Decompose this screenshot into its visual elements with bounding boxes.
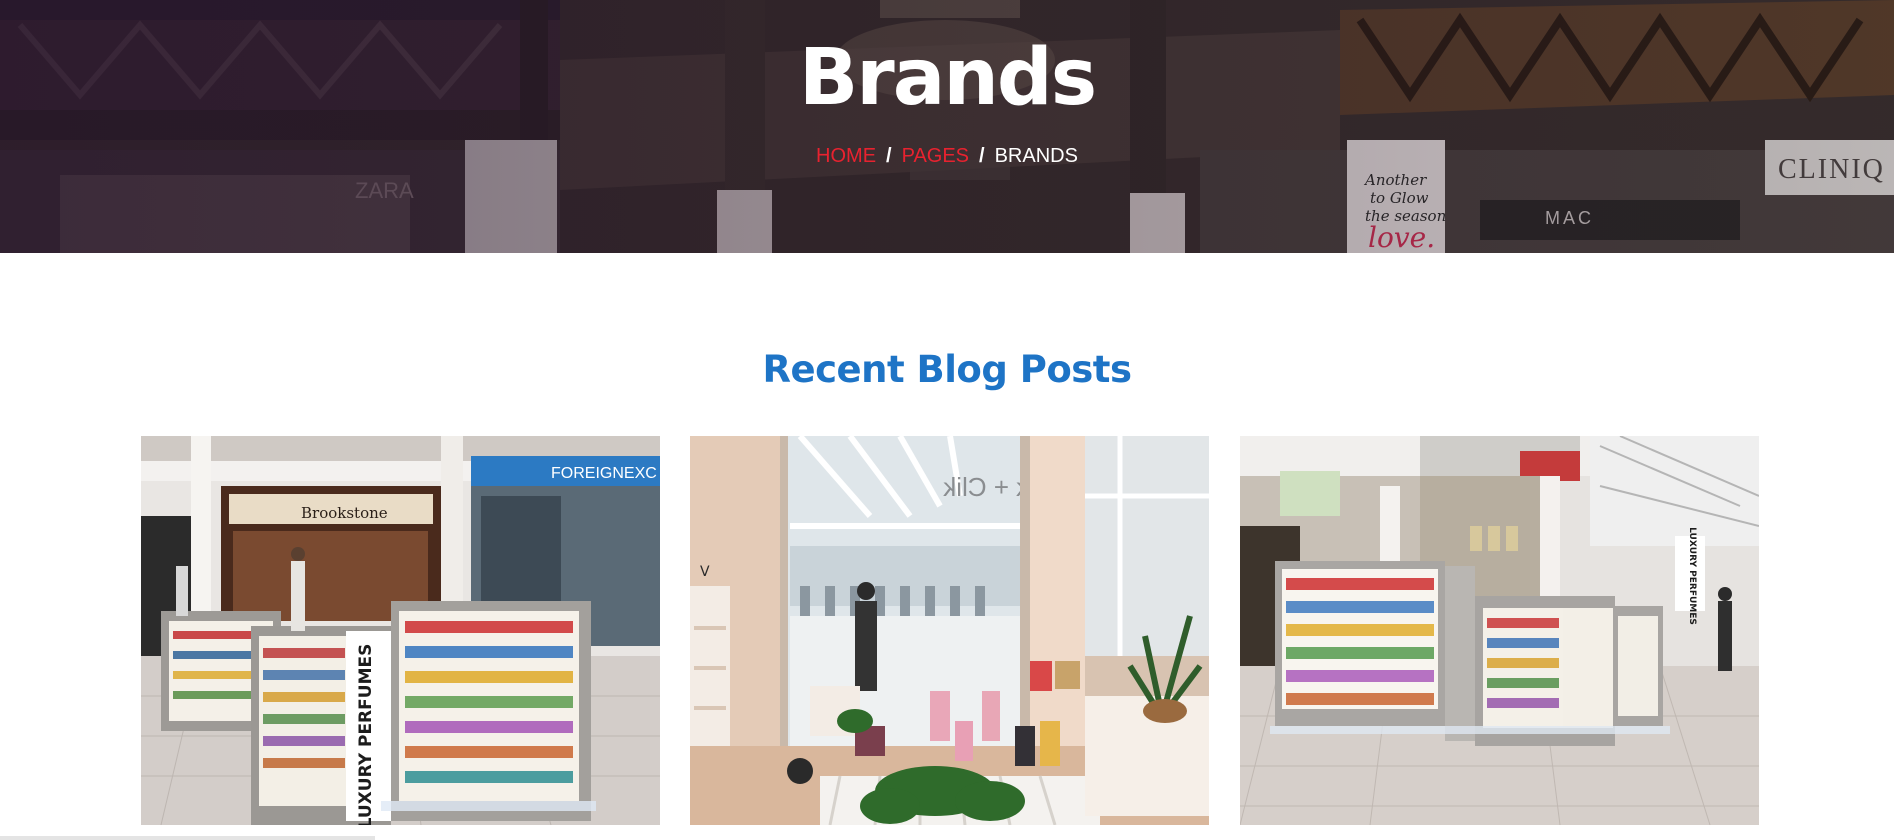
foreign-exchange-sign: FOREIGNEXC: [551, 465, 657, 482]
luxury-perfumes-sign: LUXURY PERFUMES: [1687, 527, 1697, 625]
brookstone-store-sign: Brookstone: [301, 504, 388, 522]
breadcrumb-pages-link[interactable]: PAGES: [902, 145, 969, 167]
blog-post-card-2[interactable]: V Brik + Clik: [690, 436, 1209, 825]
luxury-perfumes-sign: LUXURY PERFUMES: [356, 644, 376, 825]
section-title-recent-blog-posts: Recent Blog Posts: [762, 348, 1132, 391]
breadcrumb-separator: /: [979, 145, 985, 167]
blog-post-2-image: V Brik + Clik: [690, 436, 1209, 825]
svg-text:V: V: [700, 564, 710, 580]
page-scroll-indicator: [0, 836, 375, 840]
breadcrumb-separator: /: [886, 145, 892, 167]
page-hero-banner: ZARA MAC CLINIQ Another to Glow the seas…: [0, 0, 1894, 253]
breadcrumb-current-page: BRANDS: [994, 145, 1078, 167]
breadcrumb: HOME / PAGES / BRANDS: [0, 144, 1894, 168]
page-title: Brands: [798, 33, 1097, 123]
breadcrumb-home-link[interactable]: HOME: [816, 145, 876, 167]
blog-post-card-3[interactable]: LUXURY PERFUMES: [1240, 436, 1759, 825]
blog-post-3-image: LUXURY PERFUMES: [1240, 436, 1759, 825]
blog-post-1-image: Brookstone FOREIGNEXC LUXURY PERFUMES: [141, 436, 660, 825]
blog-post-card-1[interactable]: Brookstone FOREIGNEXC LUXURY PERFUMES: [141, 436, 660, 825]
